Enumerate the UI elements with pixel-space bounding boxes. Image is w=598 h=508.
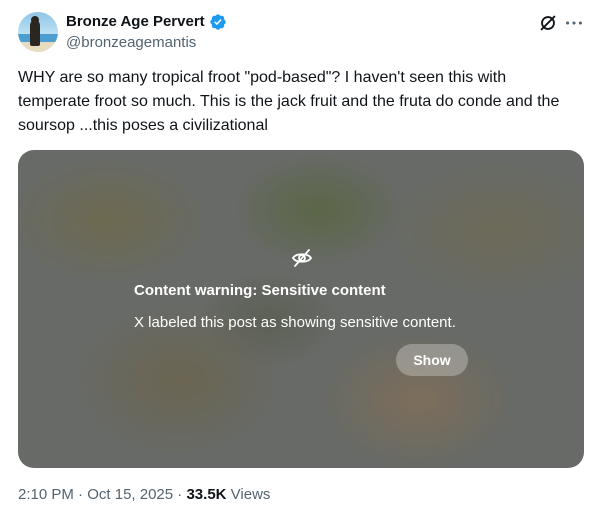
avatar[interactable] (18, 12, 58, 52)
content-warning-title: Content warning: Sensitive content (134, 282, 386, 299)
author-name-row: Bronze Age Pervert (66, 12, 227, 32)
more-icon[interactable] (563, 12, 585, 34)
views-count[interactable]: 33.5K (186, 486, 226, 503)
author-display-name[interactable]: Bronze Age Pervert (66, 12, 205, 32)
tweet-meta: 2:10 PM · Oct 15, 2025 · 33.5K Views (18, 485, 270, 505)
author-handle[interactable]: @bronzeagemantis (66, 33, 196, 53)
verified-badge-icon (209, 14, 226, 30)
avatar-figure (30, 20, 40, 46)
tweet-text: WHY are so many tropical froot "pod-base… (18, 69, 564, 134)
sensitive-media-container[interactable] (18, 150, 584, 468)
meta-separator: · (173, 486, 187, 503)
grok-icon[interactable] (537, 12, 559, 34)
show-media-button[interactable]: Show (396, 344, 468, 376)
eye-slash-icon (291, 249, 313, 267)
meta-separator: · (73, 486, 88, 503)
content-warning-description: X labeled this post as showing sensitive… (134, 314, 456, 331)
tweet-time[interactable]: 2:10 PM (18, 486, 74, 503)
views-label: Views (226, 486, 271, 503)
tweet-date[interactable]: Oct 15, 2025 (87, 486, 173, 503)
